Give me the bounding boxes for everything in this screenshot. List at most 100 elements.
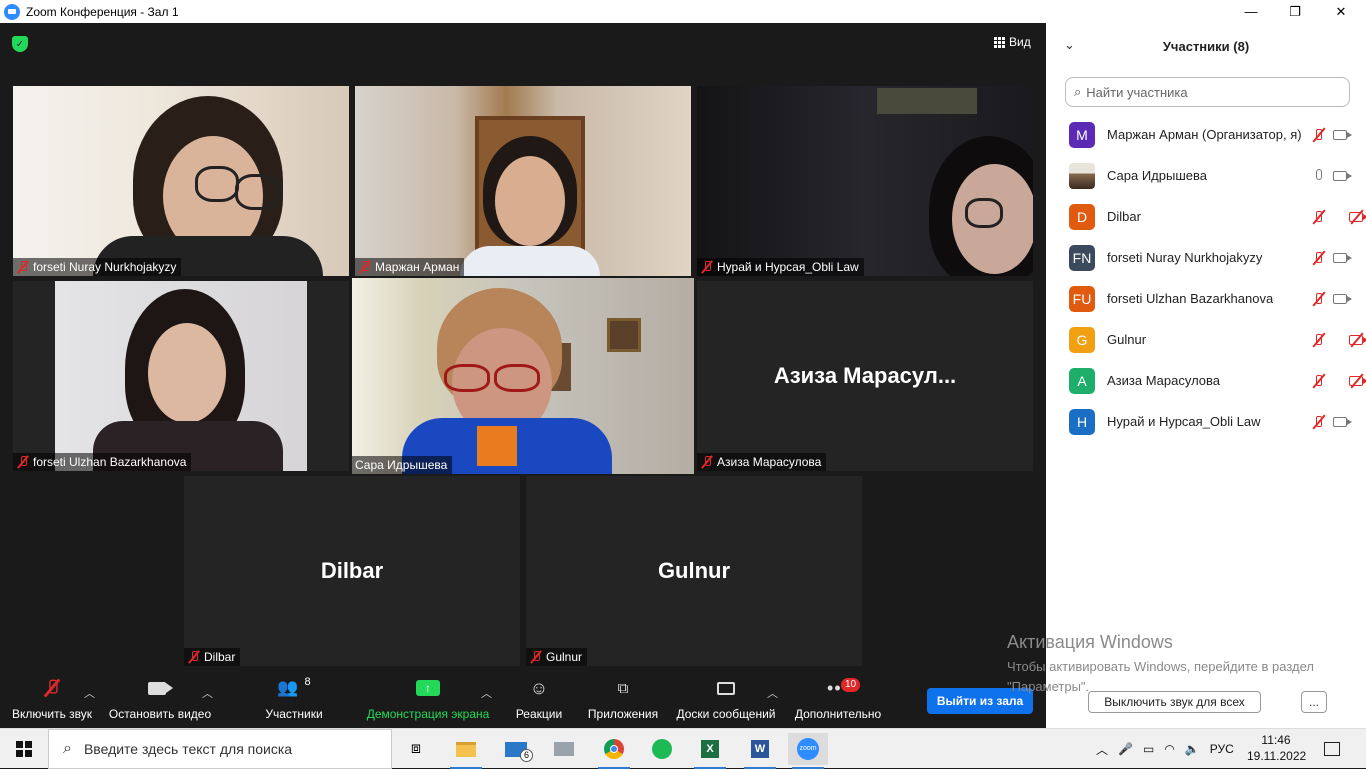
language-indicator[interactable]: РУС xyxy=(1210,742,1234,756)
camera-off-icon[interactable] xyxy=(1349,332,1366,348)
camera-off-icon[interactable] xyxy=(1349,373,1366,389)
tile-name: Dilbar xyxy=(204,650,236,664)
participants-button[interactable]: 👥 8 Участники xyxy=(262,673,326,728)
camera-icon[interactable] xyxy=(1333,291,1352,307)
video-tile-active-speaker[interactable]: Сара Идрышева xyxy=(352,278,694,474)
tile-display-name: Gulnur xyxy=(657,558,731,583)
mute-all-button[interactable]: Выключить звук для всех xyxy=(1088,691,1261,713)
tray-expand-icon[interactable]: ︿ xyxy=(1096,741,1108,758)
security-shield-icon[interactable]: ✓ xyxy=(12,36,28,52)
zoom-taskbar-icon[interactable]: zoom xyxy=(788,733,828,769)
avatar: G xyxy=(1069,326,1095,353)
video-options-caret-icon[interactable]: ︿ xyxy=(202,685,213,701)
participant-list: M Маржан Арман (Организатор, я) Сара Идрыш… xyxy=(1046,114,1366,442)
notification-center-icon[interactable] xyxy=(1324,729,1340,769)
muted-mic-icon xyxy=(529,650,543,664)
microphone-tray-icon[interactable]: 🎤 xyxy=(1118,742,1133,756)
participant-row[interactable]: M Маржан Арман (Организатор, я) xyxy=(1046,114,1366,155)
participant-name: forseti Nuray Nurkhojakyzy xyxy=(1107,250,1263,265)
mail-icon[interactable]: 6 xyxy=(496,733,536,765)
wifi-icon[interactable]: ◠ xyxy=(1164,742,1174,756)
minimize-button[interactable]: — xyxy=(1228,0,1274,23)
avatar: A xyxy=(1069,367,1095,394)
stop-video-button[interactable]: Остановить видео xyxy=(108,673,212,728)
whiteboards-button[interactable]: Доски сообщений xyxy=(674,673,778,728)
taskbar-search[interactable]: ⌕ Введите здесь текст для поиска xyxy=(48,729,392,769)
video-camera-icon xyxy=(147,681,166,695)
muted-mic-icon[interactable] xyxy=(1311,414,1327,430)
camera-icon[interactable] xyxy=(1333,168,1352,184)
camera-icon[interactable] xyxy=(1333,127,1352,143)
mic-icon[interactable] xyxy=(1311,168,1327,184)
spotify-icon[interactable] xyxy=(642,733,682,765)
reactions-button[interactable]: ☺ Реакции xyxy=(512,673,566,728)
video-tile[interactable]: Dilbar Dilbar xyxy=(184,476,520,666)
video-tile[interactable]: Нурай и Нурсая_Obli Law xyxy=(697,86,1033,276)
printer-app-icon[interactable] xyxy=(544,733,584,765)
video-tile[interactable]: Маржан Арман xyxy=(355,86,691,276)
volume-icon[interactable]: 🔈 xyxy=(1185,742,1200,756)
task-view-icon[interactable]: ⧈ xyxy=(396,733,436,765)
share-screen-button[interactable]: ↑ Демонстрация экрана xyxy=(366,673,490,728)
muted-mic-icon xyxy=(42,678,62,698)
tile-name: Сара Идрышева xyxy=(355,458,448,472)
participant-row[interactable]: G Gulnur xyxy=(1046,319,1366,360)
view-button[interactable]: Вид xyxy=(994,35,1031,49)
participant-row[interactable]: H Нурай и Нурсая_Obli Law xyxy=(1046,401,1366,442)
tile-namebar: forseti Ulzhan Bazarkhanova xyxy=(13,453,192,471)
tile-namebar: forseti Nuray Nurkhojakyzy xyxy=(13,258,182,276)
muted-mic-icon[interactable] xyxy=(1311,127,1327,143)
tile-namebar: Сара Идрышева xyxy=(352,456,453,474)
muted-mic-icon xyxy=(358,260,372,274)
muted-mic-icon[interactable] xyxy=(1311,332,1327,348)
participant-row[interactable]: D Dilbar xyxy=(1046,196,1366,237)
more-label: Дополнительно xyxy=(794,707,882,721)
muted-mic-icon xyxy=(700,260,714,274)
close-button[interactable]: ✕ xyxy=(1318,0,1364,23)
more-button[interactable]: ••• Дополнительно xyxy=(792,673,884,728)
camera-off-icon[interactable] xyxy=(1349,209,1366,225)
participant-name: Нурай и Нурсая_Obli Law xyxy=(1107,414,1261,429)
clock-time: 11:46 xyxy=(1261,733,1291,747)
reactions-smiley-icon: ☺ xyxy=(529,677,549,698)
maximize-button[interactable]: ❐ xyxy=(1272,0,1318,23)
avatar: FN xyxy=(1069,244,1095,271)
file-explorer-icon[interactable] xyxy=(446,733,486,769)
participant-search-input[interactable] xyxy=(1086,84,1327,100)
chrome-icon[interactable] xyxy=(594,733,634,769)
participant-row[interactable]: FN forseti Nuray Nurkhojakyzy xyxy=(1046,237,1366,278)
video-tile[interactable]: forseti Ulzhan Bazarkhanova xyxy=(13,281,349,471)
muted-mic-icon[interactable] xyxy=(1311,209,1327,225)
camera-icon[interactable] xyxy=(1333,414,1352,430)
video-tile[interactable]: forseti Nuray Nurkhojakyzy xyxy=(13,86,349,276)
word-icon[interactable]: W xyxy=(740,733,780,769)
muted-mic-icon[interactable] xyxy=(1311,373,1327,389)
battery-icon[interactable]: ▭ xyxy=(1143,742,1154,756)
audio-options-caret-icon[interactable]: ︿ xyxy=(84,685,95,701)
tile-name: forseti Nuray Nurkhojakyzy xyxy=(33,260,177,274)
participant-search[interactable]: ⌕ xyxy=(1065,77,1350,107)
share-screen-icon: ↑ xyxy=(416,680,440,696)
camera-icon[interactable] xyxy=(1333,250,1352,266)
panel-title: Участники (8) xyxy=(1162,38,1250,54)
apps-button[interactable]: ⧉ Приложения xyxy=(585,673,661,728)
muted-mic-icon[interactable] xyxy=(1311,250,1327,266)
video-tile[interactable]: Азиза Марасул... Азиза Марасулова xyxy=(697,281,1033,471)
participant-name: forseti Ulzhan Bazarkhanova xyxy=(1107,291,1274,306)
muted-mic-icon[interactable] xyxy=(1311,291,1327,307)
avatar: H xyxy=(1069,408,1095,435)
tile-name: Азиза Марасулова xyxy=(717,455,822,469)
share-options-caret-icon[interactable]: ︿ xyxy=(481,685,492,701)
whiteboard-options-caret-icon[interactable]: ︿ xyxy=(767,685,778,701)
participant-row[interactable]: FU forseti Ulzhan Bazarkhanova xyxy=(1046,278,1366,319)
start-button[interactable] xyxy=(0,729,48,769)
video-feed xyxy=(355,86,691,276)
clock[interactable]: 11:46 19.11.2022 xyxy=(1247,732,1306,764)
video-tile[interactable]: Gulnur Gulnur xyxy=(526,476,862,666)
participant-row[interactable]: Сара Идрышева xyxy=(1046,155,1366,196)
unmute-button[interactable]: Включить звук xyxy=(10,673,94,728)
excel-icon[interactable]: X xyxy=(690,733,730,769)
participant-row[interactable]: A Азиза Марасулова xyxy=(1046,360,1366,401)
panel-more-button[interactable]: ... xyxy=(1301,691,1327,713)
tile-namebar: Азиза Марасулова xyxy=(697,453,827,471)
